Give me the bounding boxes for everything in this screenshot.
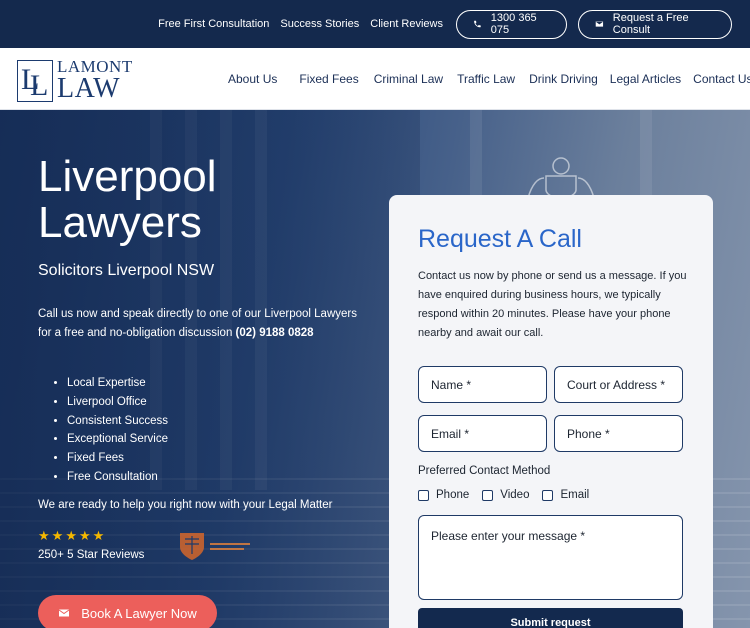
- reviews-count: 250+ 5 Star Reviews: [38, 549, 145, 561]
- feature-item: Local Expertise: [67, 374, 168, 393]
- logo-line2: LAW: [57, 73, 121, 104]
- message-textarea[interactable]: Please enter your message *: [418, 515, 683, 600]
- law-society-badge: [177, 529, 255, 563]
- ready-text: We are ready to help you right now with …: [38, 499, 333, 511]
- nav-fixed-fees[interactable]: Fixed Fees: [299, 72, 358, 86]
- star-icon: ★: [92, 528, 105, 543]
- form-description: Contact us now by phone or send us a mes…: [418, 270, 687, 339]
- contact-option-video[interactable]: Video: [482, 489, 529, 501]
- nav-drink-driving[interactable]: Drink Driving: [529, 72, 598, 86]
- star-icon: ★: [78, 528, 91, 543]
- hero-title-line2: Lawyers: [38, 198, 202, 247]
- feature-item: Fixed Fees: [67, 449, 168, 468]
- court-address-field[interactable]: Court or Address *: [554, 366, 683, 403]
- top-bar: Free First Consultation Success Stories …: [0, 0, 750, 48]
- law-society-shield-icon: [180, 533, 204, 560]
- nav-traffic-law[interactable]: Traffic Law: [457, 72, 515, 86]
- email-field[interactable]: Email *: [418, 415, 547, 452]
- option-label: Video: [500, 489, 530, 501]
- request-call-form: Request A Call Contact us now by phone o…: [389, 195, 713, 628]
- envelope-icon: [58, 609, 70, 617]
- star-icon: ★: [65, 528, 77, 543]
- nav-about-us[interactable]: About Us: [228, 72, 277, 86]
- request-consult-button[interactable]: Request a Free Consult: [578, 9, 732, 39]
- request-consult-label: Request a Free Consult: [612, 12, 689, 36]
- name-field[interactable]: Name *: [418, 366, 547, 403]
- contact-method-options: Phone Video Email: [418, 489, 589, 501]
- feature-item: Liverpool Office: [67, 393, 168, 412]
- submit-request-button[interactable]: Submit request: [418, 608, 683, 628]
- star-rating: ★ ★ ★ ★ ★: [38, 529, 104, 542]
- logo-text: LAMONT LAW: [57, 58, 133, 103]
- badge-text-lines: [210, 542, 250, 550]
- logo-mark: LL: [17, 59, 53, 102]
- feature-list: Local Expertise Liverpool Office Consist…: [67, 374, 168, 487]
- checkbox[interactable]: [482, 489, 494, 501]
- hero-title: Liverpool Lawyers: [38, 154, 217, 246]
- main-nav: LL LAMONT LAW About Us Fixed Fees Crimin…: [0, 48, 750, 110]
- nav-contact-us[interactable]: Contact Us: [693, 72, 750, 86]
- book-lawyer-label: Book A Lawyer Now: [81, 605, 197, 621]
- hero-section: Liverpool Lawyers Solicitors Liverpool N…: [0, 110, 750, 628]
- book-lawyer-button[interactable]: Book A Lawyer Now: [38, 595, 217, 628]
- phone-icon: [474, 20, 481, 28]
- nav-menu: About Us Fixed Fees Criminal Law Traffic…: [228, 48, 750, 110]
- free-consultation-link[interactable]: Free First Consultation: [158, 18, 269, 30]
- option-label: Email: [560, 489, 590, 501]
- preferred-contact-label: Preferred Contact Method: [418, 465, 551, 477]
- feature-item: Consistent Success: [67, 412, 168, 431]
- nav-criminal-law[interactable]: Criminal Law: [374, 72, 443, 86]
- hero-intro: Call us now and speak directly to one of…: [38, 305, 368, 343]
- coat-of-arms-icon: [527, 157, 595, 200]
- star-icon: ★: [38, 528, 50, 543]
- feature-item: Free Consultation: [67, 468, 168, 487]
- contact-option-email[interactable]: Email: [542, 489, 589, 501]
- checkbox[interactable]: [418, 489, 429, 501]
- envelope-icon: [595, 21, 604, 27]
- star-icon: ★: [51, 528, 64, 543]
- client-reviews-link[interactable]: Client Reviews: [370, 18, 443, 30]
- hero-subtitle: Solicitors Liverpool NSW: [38, 262, 215, 279]
- lamont-law-logo[interactable]: LL LAMONT LAW: [17, 58, 133, 103]
- option-label: Phone: [436, 489, 470, 501]
- feature-item: Exceptional Service: [67, 430, 168, 449]
- form-title: Request A Call: [418, 225, 582, 253]
- nav-legal-articles[interactable]: Legal Articles: [610, 72, 681, 86]
- checkbox[interactable]: [542, 489, 554, 501]
- contact-option-phone[interactable]: Phone: [418, 489, 469, 501]
- success-stories-link[interactable]: Success Stories: [280, 18, 359, 30]
- phone-field[interactable]: Phone *: [554, 415, 683, 452]
- phone-button[interactable]: 1300 365 075: [456, 9, 567, 39]
- hero-intro-phone[interactable]: (02) 9188 0828: [236, 327, 314, 339]
- top-links: Free First Consultation Success Stories …: [158, 18, 443, 30]
- hero-title-line1: Liverpool: [38, 152, 217, 201]
- phone-number: 1300 365 075: [490, 12, 537, 36]
